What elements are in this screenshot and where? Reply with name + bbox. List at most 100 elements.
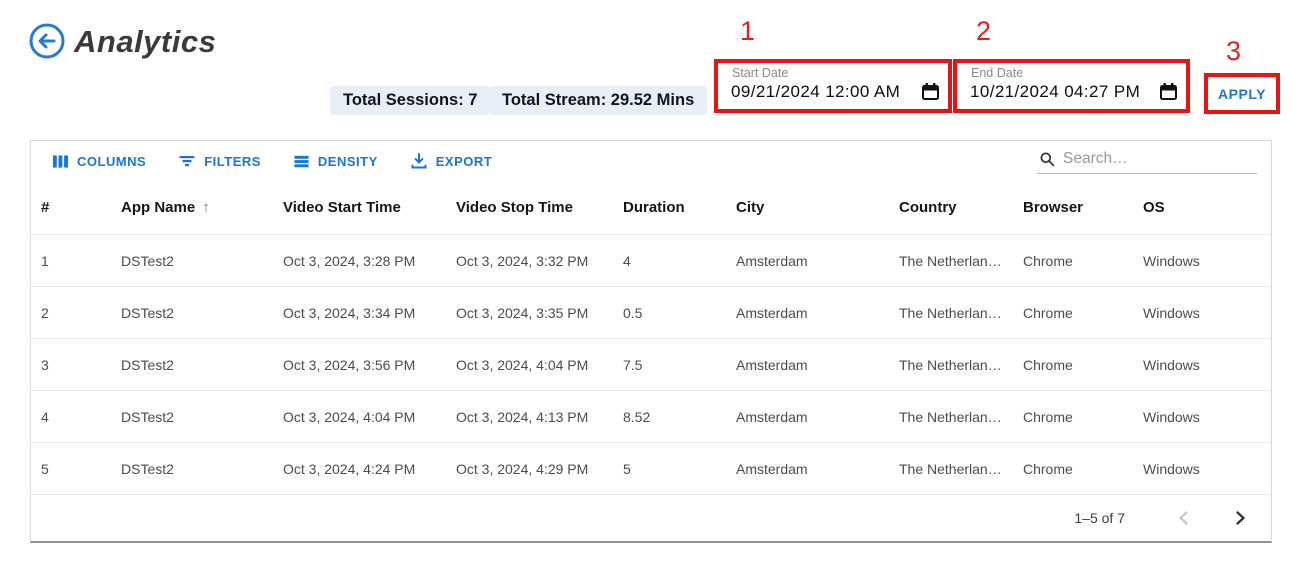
cell-video-start-time: Oct 3, 2024, 3:28 PM: [273, 253, 446, 269]
cell-browser: Chrome: [1013, 357, 1133, 373]
previous-page-button[interactable]: [1169, 503, 1199, 533]
density-icon: [293, 153, 310, 170]
col-header-country[interactable]: Country: [889, 199, 1013, 216]
total-stream-badge: Total Stream: 29.52 Mins: [489, 86, 707, 115]
search-input[interactable]: [1063, 150, 1255, 168]
table-row[interactable]: 2 DSTest2 Oct 3, 2024, 3:34 PM Oct 3, 20…: [31, 286, 1271, 338]
end-date-label: End Date: [971, 66, 1023, 80]
columns-icon: [52, 153, 69, 170]
annotation-number-3: 3: [1226, 36, 1241, 66]
start-date-label: Start Date: [732, 66, 788, 80]
cell-video-stop-time: Oct 3, 2024, 4:13 PM: [446, 409, 613, 425]
filters-button[interactable]: FILTERS: [169, 148, 270, 174]
columns-button-label: COLUMNS: [77, 154, 146, 169]
cell-country: The Netherlan…: [889, 305, 1013, 321]
cell-country: The Netherlan…: [889, 461, 1013, 477]
cell-video-start-time: Oct 3, 2024, 4:04 PM: [273, 409, 446, 425]
cell-os: Windows: [1133, 305, 1271, 321]
cell-duration: 5: [613, 461, 726, 477]
cell-index: 4: [31, 409, 111, 425]
next-page-button[interactable]: [1225, 503, 1255, 533]
cell-app-name: DSTest2: [111, 305, 273, 321]
cell-os: Windows: [1133, 409, 1271, 425]
start-date-input[interactable]: Start Date 09/21/2024 12:00 AM: [714, 59, 952, 113]
table-row[interactable]: 1 DSTest2 Oct 3, 2024, 3:28 PM Oct 3, 20…: [31, 234, 1271, 286]
cell-index: 1: [31, 253, 111, 269]
end-date-value[interactable]: 10/21/2024 04:27 PM: [970, 82, 1140, 102]
cell-browser: Chrome: [1013, 253, 1133, 269]
col-header-app-name[interactable]: App Name↑: [111, 199, 273, 216]
table-row[interactable]: 3 DSTest2 Oct 3, 2024, 3:56 PM Oct 3, 20…: [31, 338, 1271, 390]
cell-city: Amsterdam: [726, 253, 889, 269]
pagination-range: 1–5 of 7: [1074, 510, 1125, 526]
col-header-browser[interactable]: Browser: [1013, 199, 1133, 216]
cell-city: Amsterdam: [726, 305, 889, 321]
cell-city: Amsterdam: [726, 357, 889, 373]
col-header-os[interactable]: OS: [1133, 199, 1271, 216]
total-sessions-badge: Total Sessions: 7: [330, 86, 490, 115]
annotation-number-2: 2: [976, 16, 991, 46]
sessions-table: COLUMNS FILTERS DENSITY: [30, 140, 1272, 543]
chevron-left-icon: [1174, 508, 1194, 528]
cell-browser: Chrome: [1013, 409, 1133, 425]
cell-index: 2: [31, 305, 111, 321]
col-header-index[interactable]: #: [31, 199, 111, 216]
cell-browser: Chrome: [1013, 461, 1133, 477]
cell-video-stop-time: Oct 3, 2024, 4:29 PM: [446, 461, 613, 477]
cell-video-stop-time: Oct 3, 2024, 4:04 PM: [446, 357, 613, 373]
cell-os: Windows: [1133, 357, 1271, 373]
table-footer: 1–5 of 7: [31, 494, 1271, 541]
cell-browser: Chrome: [1013, 305, 1133, 321]
cell-video-start-time: Oct 3, 2024, 3:34 PM: [273, 305, 446, 321]
sort-asc-icon[interactable]: ↑: [202, 199, 210, 216]
calendar-icon[interactable]: [1160, 83, 1177, 100]
cell-video-start-time: Oct 3, 2024, 3:56 PM: [273, 357, 446, 373]
cell-duration: 7.5: [613, 357, 726, 373]
table-body: 1 DSTest2 Oct 3, 2024, 3:28 PM Oct 3, 20…: [31, 234, 1271, 494]
cell-video-stop-time: Oct 3, 2024, 3:32 PM: [446, 253, 613, 269]
filters-button-label: FILTERS: [204, 154, 261, 169]
cell-city: Amsterdam: [726, 461, 889, 477]
col-header-video-start-time[interactable]: Video Start Time: [273, 199, 446, 216]
col-header-city[interactable]: City: [726, 199, 889, 216]
cell-country: The Netherlan…: [889, 357, 1013, 373]
calendar-icon[interactable]: [922, 83, 939, 100]
cell-index: 5: [31, 461, 111, 477]
table-header-row: # App Name↑ Video Start Time Video Stop …: [31, 181, 1271, 234]
density-button-label: DENSITY: [318, 154, 378, 169]
analytics-page: Analytics Total Sessions: 7 Total Stream…: [0, 0, 1302, 564]
apply-button[interactable]: APPLY: [1204, 73, 1280, 114]
export-icon: [410, 152, 428, 170]
start-date-value[interactable]: 09/21/2024 12:00 AM: [731, 82, 900, 102]
back-button[interactable]: [28, 22, 66, 60]
page-title: Analytics: [74, 24, 216, 60]
chevron-right-icon: [1230, 508, 1250, 528]
export-button[interactable]: EXPORT: [401, 148, 501, 174]
columns-button[interactable]: COLUMNS: [43, 149, 155, 174]
cell-country: The Netherlan…: [889, 409, 1013, 425]
filter-icon: [178, 152, 196, 170]
table-row[interactable]: 4 DSTest2 Oct 3, 2024, 4:04 PM Oct 3, 20…: [31, 390, 1271, 442]
cell-country: The Netherlan…: [889, 253, 1013, 269]
annotation-number-1: 1: [740, 16, 755, 46]
table-toolbar: COLUMNS FILTERS DENSITY: [31, 141, 1271, 181]
cell-video-stop-time: Oct 3, 2024, 3:35 PM: [446, 305, 613, 321]
export-button-label: EXPORT: [436, 154, 492, 169]
col-header-duration[interactable]: Duration: [613, 199, 726, 216]
cell-duration: 0.5: [613, 305, 726, 321]
cell-app-name: DSTest2: [111, 461, 273, 477]
cell-city: Amsterdam: [726, 409, 889, 425]
cell-app-name: DSTest2: [111, 253, 273, 269]
density-button[interactable]: DENSITY: [284, 149, 387, 174]
cell-video-start-time: Oct 3, 2024, 4:24 PM: [273, 461, 446, 477]
cell-os: Windows: [1133, 253, 1271, 269]
search-box[interactable]: [1037, 148, 1257, 174]
cell-os: Windows: [1133, 461, 1271, 477]
col-header-video-stop-time[interactable]: Video Stop Time: [446, 199, 613, 216]
cell-index: 3: [31, 357, 111, 373]
end-date-input[interactable]: End Date 10/21/2024 04:27 PM: [953, 59, 1190, 113]
back-arrow-icon: [28, 22, 66, 60]
table-row[interactable]: 5 DSTest2 Oct 3, 2024, 4:24 PM Oct 3, 20…: [31, 442, 1271, 494]
cell-app-name: DSTest2: [111, 357, 273, 373]
search-icon: [1039, 150, 1055, 168]
